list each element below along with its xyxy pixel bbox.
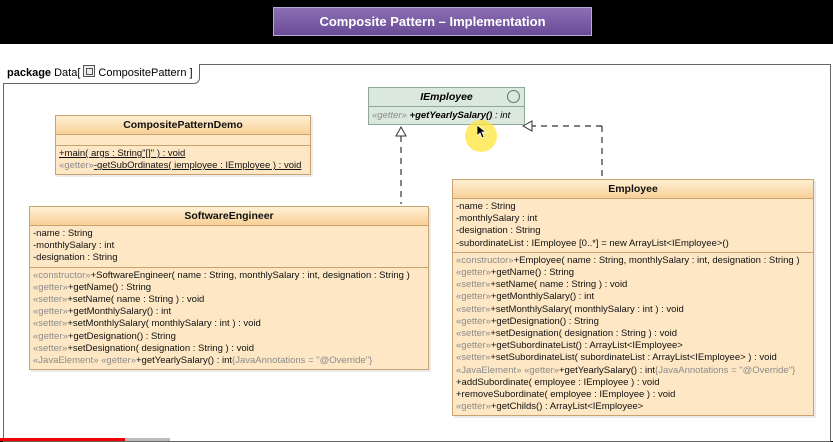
- class-attributes: -name : String -monthlySalary : int -des…: [453, 199, 813, 253]
- operation-row: «getter»+getMonthlySalary() : int: [33, 306, 172, 318]
- operation-row: «getter»+getName() : String: [33, 281, 152, 293]
- operation-row: «getter»+getName() : String: [456, 267, 575, 279]
- operation-row: «setter»+setName( name : String ) : void: [456, 279, 628, 291]
- diagram-canvas[interactable]: package Data[CompositePattern ] IEmploye…: [0, 44, 833, 442]
- slide-title: Composite Pattern – Implementation: [273, 7, 592, 36]
- iemployee-operations: «getter» +getYearlySalary() : int: [369, 107, 524, 124]
- attribute-row: -name : String: [33, 228, 93, 239]
- operation-row: +main( args : String"[]" ) : void: [59, 148, 186, 159]
- class-operations: «constructor»+Employee( name : String, m…: [453, 253, 813, 416]
- operation-row: «constructor»+SoftwareEngineer( name : S…: [33, 269, 410, 281]
- operation-row: «setter»+setDesignation( designation : S…: [456, 328, 678, 340]
- attribute-row: -designation : String: [33, 252, 118, 264]
- operation-row: «constructor»+Employee( name : String, m…: [456, 254, 800, 266]
- operation-row: «getter»+getMonthlySalary() : int: [456, 291, 595, 303]
- interface-icon: [507, 90, 520, 103]
- mouse-cursor-icon: [477, 125, 487, 139]
- operation-row: «JavaElement» «getter»+getYearlySalary()…: [456, 364, 796, 376]
- iemployee-name: IEmployee: [420, 91, 473, 103]
- operation-row: «getter»+getDesignation() : String: [456, 315, 599, 327]
- class-employee[interactable]: Employee -name : String -monthlySalary :…: [452, 179, 814, 417]
- operation-row: «setter»+setDesignation( designation : S…: [33, 342, 255, 354]
- operation-row: «setter»+setName( name : String ) : void: [33, 294, 205, 306]
- attribute-row: -monthlySalary : int: [456, 213, 538, 225]
- operation-row: +addSubordinate( employee : IEmployee ) …: [456, 376, 660, 388]
- attribute-row: -monthlySalary : int: [33, 240, 115, 252]
- operation-row: «setter»+setSubordinateList( subordinate…: [456, 352, 777, 364]
- class-operations: «constructor»+SoftwareEngineer( name : S…: [30, 268, 428, 370]
- class-name: SoftwareEngineer: [30, 207, 428, 226]
- class-software-engineer[interactable]: SoftwareEngineer -name : String -monthly…: [29, 206, 429, 371]
- attribute-row: -subordinateList : IEmployee [0..*] = ne…: [456, 237, 729, 249]
- class-name: Employee: [453, 180, 813, 199]
- operation-row: +removeSubordinate( employee : IEmployee…: [456, 389, 676, 401]
- attribute-row: -name : String: [456, 201, 516, 212]
- operation-row: «getter»+getChilds() : ArrayList<IEmploy…: [456, 401, 644, 413]
- iemployee-op-type: : int: [494, 110, 511, 121]
- realization-arrowhead-engineer: [395, 125, 407, 137]
- operation-row: «setter»+setMonthlySalary( monthlySalary…: [33, 318, 261, 330]
- iemployee-header: IEmployee: [369, 88, 524, 107]
- operation-row: «getter»+getSubordinateList() : ArrayLis…: [456, 340, 683, 352]
- class-attributes: -name : String -monthlySalary : int -des…: [30, 226, 428, 268]
- operation-row: «getter»-getSubOrdinates( iemployee : IE…: [59, 160, 302, 172]
- class-attributes: [56, 135, 310, 146]
- class-composite-pattern-demo[interactable]: CompositePatternDemo +main( args : Strin…: [55, 115, 311, 176]
- operation-row: «getter»+getDesignation() : String: [33, 330, 176, 342]
- class-name: CompositePatternDemo: [56, 116, 310, 135]
- class-operations: +main( args : String"[]" ) : void «gette…: [56, 146, 310, 174]
- iemployee-op-stereotype: «getter»: [372, 110, 407, 121]
- title-bar: Composite Pattern – Implementation: [0, 0, 833, 40]
- iemployee-interface[interactable]: IEmployee «getter» +getYearlySalary() : …: [368, 87, 525, 125]
- operation-row: «JavaElement» «getter»+getYearlySalary()…: [33, 355, 373, 367]
- operation-row: «setter»+setMonthlySalary( monthlySalary…: [456, 303, 684, 315]
- attribute-row: -designation : String: [456, 225, 541, 237]
